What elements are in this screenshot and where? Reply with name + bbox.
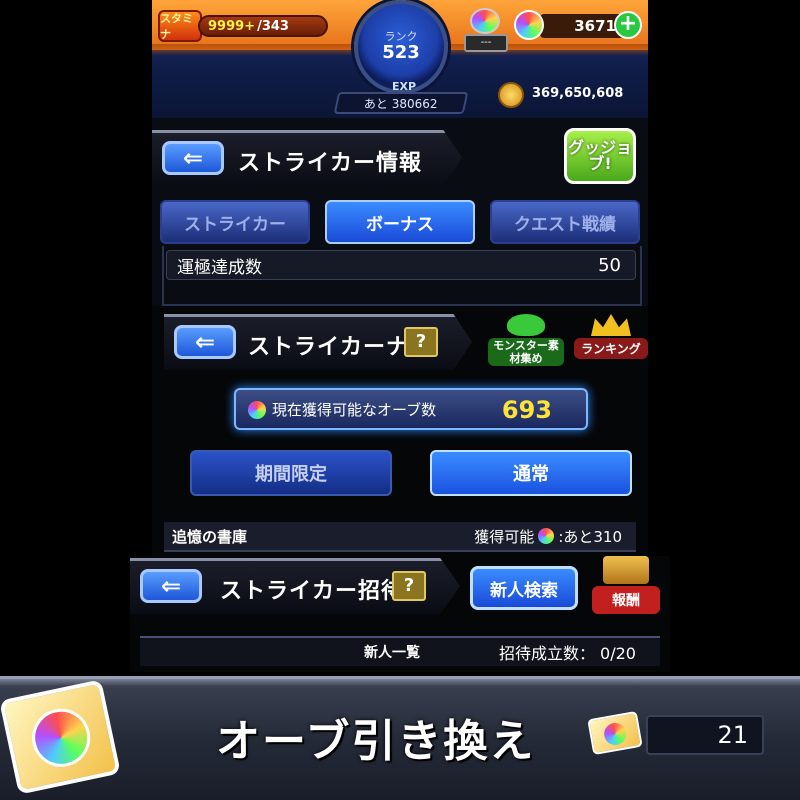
monster-material-label: モンスター素材集め [488,338,564,366]
orb-available-label: 現在獲得可能なオーブ数 [272,400,437,419]
add-orbs-button[interactable]: + [614,11,642,39]
help-button[interactable]: ? [404,327,438,357]
orb-icon [26,703,96,773]
good-job-button[interactable]: グッジョブ! [564,128,636,184]
orb-exchange-bar[interactable]: オーブ引き換え 21 [0,676,800,800]
striker-invite-header: ⇐ ストライカー招待 ? [130,558,460,614]
obtainable-label: 獲得可能 [474,527,535,546]
limited-time-button[interactable]: 期間限定 [190,450,392,496]
crown-icon [591,314,631,336]
reward-button[interactable]: 報酬 [592,556,660,618]
ranking-button[interactable]: ランキング [574,314,648,370]
reward-label: 報酬 [592,586,660,614]
gacha-orb-icon [470,8,500,34]
orb-icon [248,401,266,419]
striker-invite-panel: ⇐ ストライカー招待 ? 新人検索 報酬 新人一覧 招待成立数： 0/20 [130,556,670,672]
exp-remaining-text: あと 380662 [364,96,438,111]
rank-value: 523 [382,42,420,63]
newbie-list-label: 新人一覧 [364,645,420,661]
gacha-orb-button[interactable]: --- [464,6,508,52]
orb-exchange-title: オーブ引き換え [216,716,536,767]
striker-info-panel: ⇐ ストライカー情報 グッジョブ! ストライカー ボーナス クエスト戦績 運極達… [152,118,648,306]
striker-info-header: ⇐ ストライカー情報 [152,130,462,186]
back-button[interactable]: ⇐ [174,325,236,359]
tab-striker[interactable]: ストライカー [160,200,310,244]
stamina-bar: 9999+ /343 [198,15,328,37]
invite-success-count: 招待成立数： 0/20 [498,644,636,663]
gacha-count: --- [464,34,508,52]
luck-label: 運極達成数 [177,257,262,278]
orb-available-value: 693 [501,396,552,424]
ranking-label: ランキング [574,338,648,359]
memory-archive-status: 獲得可能 :あと310 [474,526,622,547]
orb-available-counter: 現在獲得可能なオーブ数 693 [234,388,588,430]
gold-value: 369,650,608 [532,86,624,101]
ticket-icon [587,710,643,756]
list-item[interactable]: 追憶の書庫 獲得可能 :あと310 [164,522,636,552]
help-button[interactable]: ? [392,571,426,601]
stamina-label: スタミナ [158,10,202,42]
tab-bonus[interactable]: ボーナス [325,200,475,244]
remaining-label: :あと310 [558,527,622,546]
list-item: 運極達成数 50 [166,250,636,280]
orb-icon [514,10,544,40]
page-title: ストライカー招待 [220,579,405,604]
page-title: ストライカー情報 [238,151,423,176]
back-button[interactable]: ⇐ [140,569,202,603]
treasure-icon [603,556,649,584]
tab-quest-record[interactable]: クエスト戦績 [490,200,640,244]
luck-value: 50 [598,254,621,276]
gold-coin-icon [498,82,524,108]
exp-remaining: あと 380662 [333,92,469,114]
status-bar: スタミナ 9999+ /343 ランク 523 EXP あと 380662 --… [152,0,648,118]
striker-navi-header: ⇐ ストライカーナビ ? [164,314,472,370]
normal-button[interactable]: 通常 [430,450,632,496]
clover-icon [507,314,545,336]
stamina-max: /343 [257,18,289,34]
gold-balance: 369,650,608 [498,82,648,110]
new-player-search-button[interactable]: 新人検索 [470,566,578,610]
ticket-count: 21 [646,715,764,755]
ticket-counter: 21 [587,710,770,757]
orb-ticket-icon [0,679,121,795]
orb-icon [538,528,555,544]
newbie-list-header: 新人一覧 招待成立数： 0/20 [140,636,660,666]
monster-material-button[interactable]: モンスター素材集め [488,314,564,370]
orb-balance: 3671 + [514,10,644,42]
back-button[interactable]: ⇐ [162,141,224,175]
striker-navi-panel: ⇐ ストライカーナビ ? モンスター素材集め ランキング 現在獲得可能なオーブ数… [152,306,648,556]
orb-count: 3671 [540,14,624,38]
memory-archive-label: 追憶の書庫 [172,527,248,546]
stamina-gauge: スタミナ 9999+ /343 [158,10,328,42]
stamina-current: 9999+ [208,18,256,34]
